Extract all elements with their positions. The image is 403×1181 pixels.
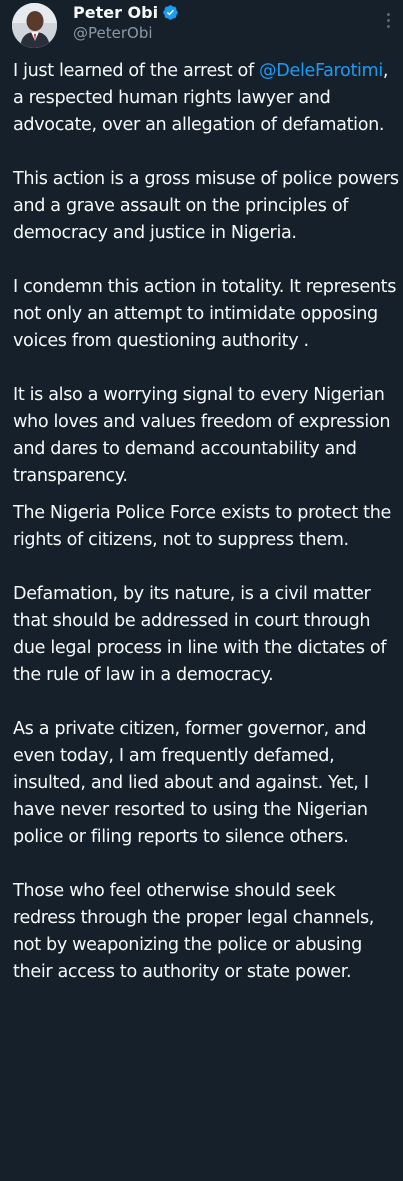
tweet-header: Peter Obi @PeterObi bbox=[0, 0, 403, 54]
paragraph-2: This action is a gross misuse of police … bbox=[13, 169, 399, 243]
profile-photo-icon bbox=[12, 3, 57, 48]
verified-badge-icon bbox=[163, 4, 178, 20]
paragraph-8: Those who feel otherwise should seek red… bbox=[13, 881, 375, 982]
paragraph-4: It is also a worrying signal to every Ni… bbox=[13, 385, 391, 486]
paragraph-3: I condemn this action in totality. It re… bbox=[13, 277, 397, 351]
paragraph-1: I just learned of the arrest of @DeleFar… bbox=[13, 58, 401, 139]
tweet-text: I just learned of the arrest of @DeleFar… bbox=[13, 58, 401, 986]
more-vertical-icon[interactable] bbox=[381, 8, 395, 32]
more-dot bbox=[386, 12, 390, 16]
paragraph-7: As a private citizen, former governor, a… bbox=[13, 719, 369, 847]
avatar[interactable] bbox=[12, 3, 57, 48]
more-dot bbox=[386, 24, 390, 28]
handle[interactable]: @PeterObi bbox=[73, 24, 179, 42]
paragraph-6: Defamation, by its nature, is a civil ma… bbox=[13, 584, 387, 685]
display-name[interactable]: Peter Obi bbox=[73, 3, 158, 22]
author-names: Peter Obi @PeterObi bbox=[73, 2, 179, 42]
paragraph-1-lead: I just learned of the arrest of bbox=[13, 61, 260, 81]
more-dot bbox=[386, 18, 390, 22]
mention-link[interactable]: @DeleFarotimi bbox=[259, 61, 383, 81]
display-name-row: Peter Obi bbox=[73, 2, 179, 22]
paragraph-5: The Nigeria Police Force exists to prote… bbox=[13, 503, 391, 550]
